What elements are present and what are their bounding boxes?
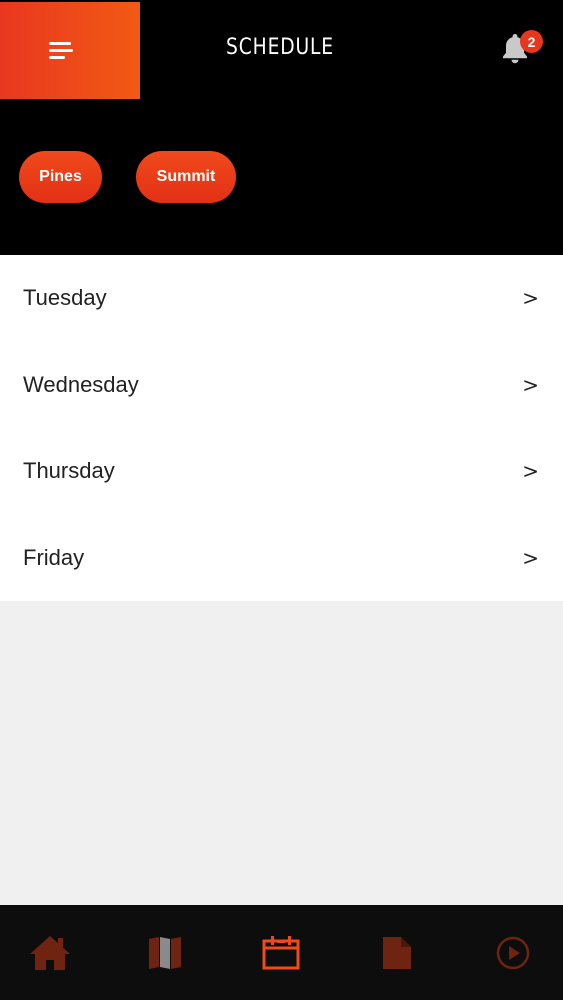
document-icon (383, 936, 411, 969)
home-icon (30, 935, 70, 970)
day-label: Friday (23, 544, 85, 570)
tab-documents[interactable] (357, 905, 437, 1000)
filter-pines-button[interactable]: Pines (19, 151, 102, 203)
filter-pines-label: Pines (39, 168, 82, 185)
menu-button[interactable] (0, 2, 140, 99)
day-row-friday[interactable]: Friday > (0, 515, 563, 602)
tab-media[interactable] (473, 905, 553, 1000)
chevron-right-icon: > (522, 286, 539, 311)
hamburger-menu-icon (49, 41, 73, 60)
chevron-right-icon: > (522, 372, 539, 397)
tab-schedule[interactable] (241, 905, 321, 1000)
day-row-wednesday[interactable]: Wednesday > (0, 342, 563, 429)
filter-summit-button[interactable]: Summit (136, 151, 236, 203)
filter-summit-label: Summit (156, 168, 216, 185)
tab-map[interactable] (125, 905, 205, 1000)
tab-home[interactable] (10, 905, 90, 1000)
map-icon (149, 936, 181, 969)
day-label: Thursday (23, 458, 115, 484)
bottom-tab-bar (0, 905, 563, 1000)
day-row-thursday[interactable]: Thursday > (0, 428, 563, 515)
chevron-right-icon: > (522, 545, 539, 570)
page-title: SCHEDULE (226, 35, 334, 60)
play-icon (496, 936, 530, 969)
day-row-tuesday[interactable]: Tuesday > (0, 255, 563, 342)
app-header: SCHEDULE 2 Pines Summit (0, 0, 563, 255)
notifications-button[interactable]: 2 (500, 30, 544, 66)
day-list: Tuesday > Wednesday > Thursday > Friday … (0, 255, 563, 601)
chevron-right-icon: > (522, 459, 539, 484)
day-label: Tuesday (23, 285, 107, 311)
notification-badge: 2 (520, 30, 543, 53)
day-label: Wednesday (23, 371, 139, 397)
empty-area (0, 601, 563, 905)
calendar-icon (262, 935, 300, 969)
